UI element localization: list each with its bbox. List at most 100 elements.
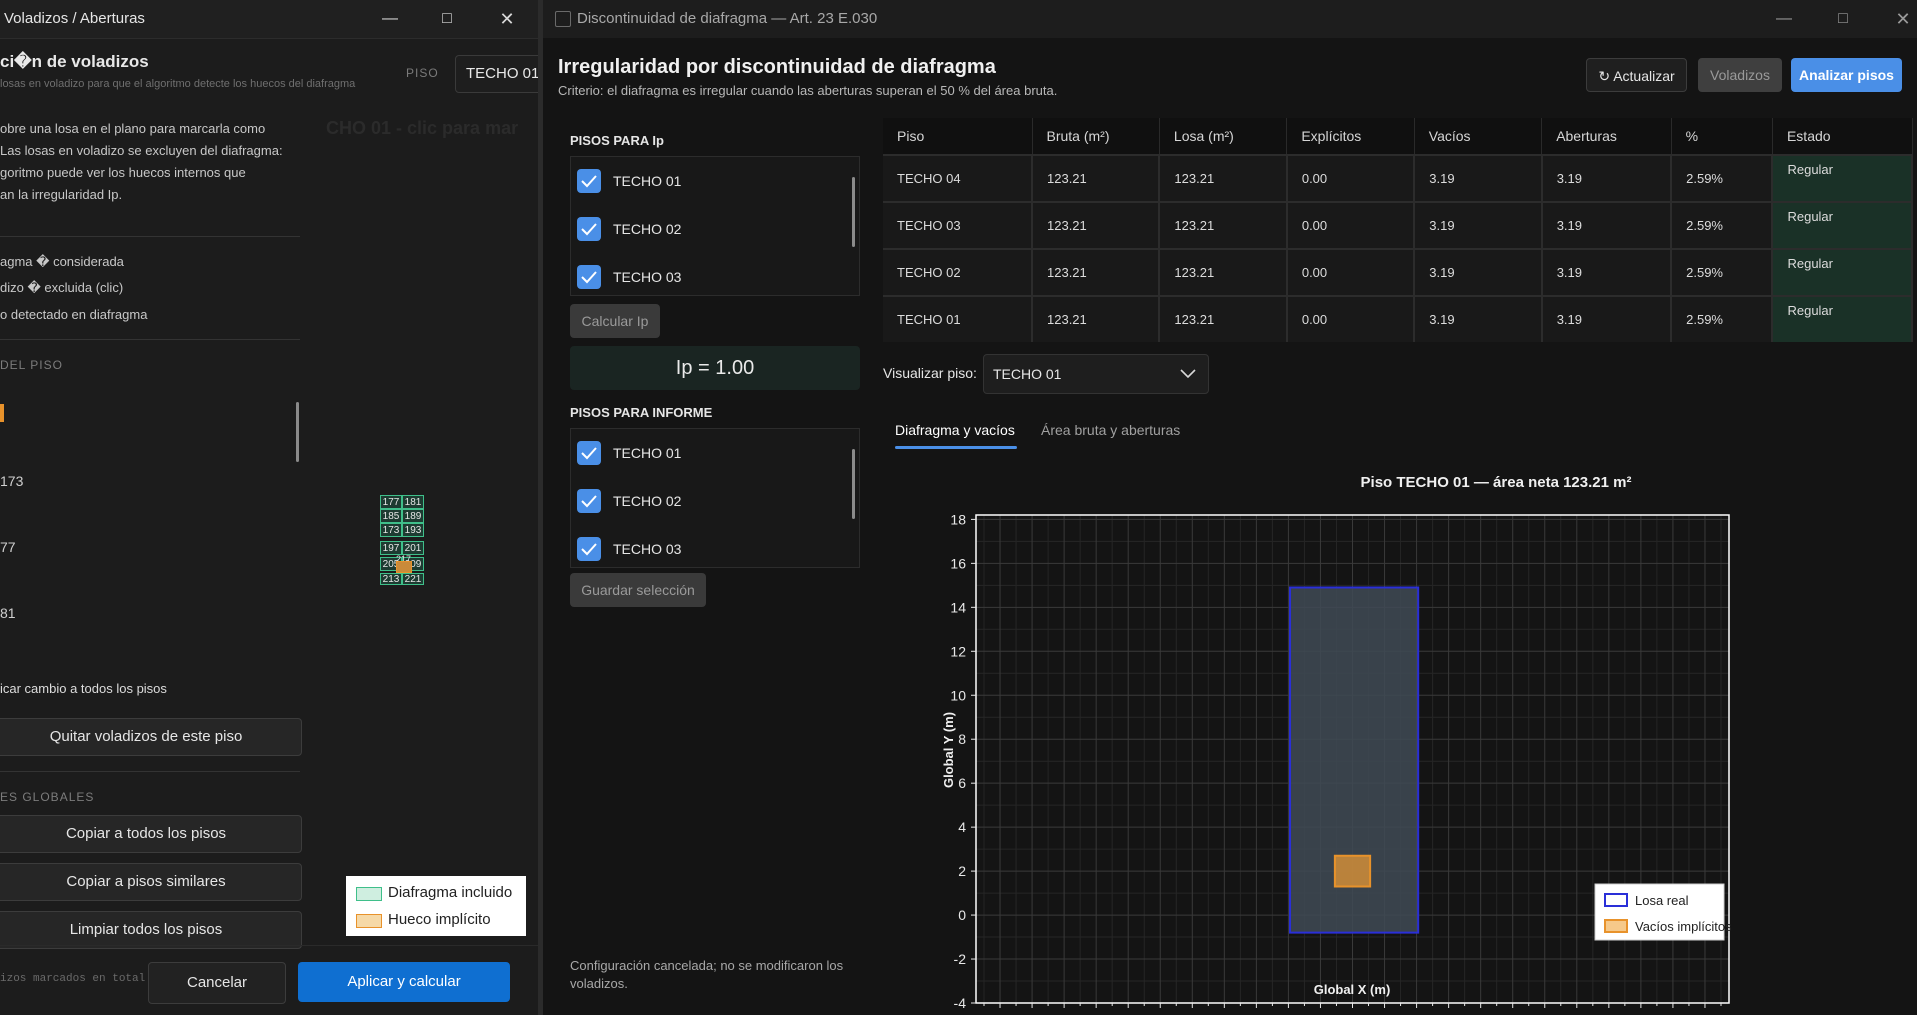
pisos-informe-scrollbar[interactable] [852,449,855,519]
table-header-row: Piso Bruta (m²) Losa (m²) Explícitos Vac… [883,118,1913,155]
table-cell: TECHO 02 [883,248,1033,296]
minimize-icon[interactable]: — [370,0,410,38]
calc-ip-button[interactable]: Calcular Ip [570,304,660,338]
clear-all-button[interactable]: Limpiar todos los pisos [0,911,302,949]
status-badge: Regular [1772,248,1913,296]
table-cell: TECHO 01 [883,295,1033,342]
close-icon[interactable]: ✕ [1883,0,1917,38]
table-cell: 3.19 [1414,295,1543,342]
table-cell: 123.21 [1032,295,1161,342]
plan-cell[interactable]: 197 [380,541,402,555]
pisos-informe-item[interactable]: TECHO 03 [577,537,817,567]
pisos-informe-item[interactable]: TECHO 02 [577,489,817,519]
checkbox-checked-icon[interactable] [577,265,601,289]
floor-item[interactable]: 81 [0,605,16,621]
legend-line-excluded: dizo � excluida (clic) [0,280,124,295]
table-cell: 3.19 [1541,248,1673,296]
save-selection-button[interactable]: Guardar selección [570,573,706,607]
table-cell: TECHO 03 [883,201,1033,249]
table-row[interactable]: TECHO 02 123.21 123.21 0.00 3.19 3.19 2.… [883,248,1913,296]
legend-line-detected: o detectado en diafragma [0,307,148,322]
visualize-select-value: TECHO 01 [993,366,1062,382]
table-cell: 2.59% [1671,201,1774,249]
analyze-button[interactable]: Analizar pisos [1791,58,1902,92]
apply-all-checkbox-label[interactable]: icar cambio a todos los pisos [0,681,167,696]
y-tick-label: 2 [958,863,966,879]
instructions: obre una losa en el plano para marcarla … [0,118,300,206]
plan-cell[interactable]: 181 [402,495,424,509]
right-window-title: Discontinuidad de diafragma — Art. 23 E.… [577,10,878,27]
checkbox-checked-icon[interactable] [577,217,601,241]
maximize-icon[interactable]: □ [427,0,467,38]
diafragma-window: Discontinuidad de diafragma — Art. 23 E.… [543,0,1917,1015]
legend-diafragma: Diafragma incluido [388,884,513,901]
x-axis-label: Global X (m) [1314,982,1391,997]
close-icon[interactable]: ✕ [487,0,527,38]
left-subtitle: losas en voladizo para que el algoritmo … [0,78,356,90]
plan-cell[interactable]: 213 [380,573,402,585]
y-tick-label: 16 [950,555,966,571]
page-title: Irregularidad por discontinuidad de diaf… [558,56,996,78]
plan-cell[interactable]: 201 [402,541,424,555]
copy-similar-button[interactable]: Copiar a pisos similares [0,863,302,901]
footer-divider [0,945,538,946]
plan-hole [396,561,412,573]
floor-item[interactable]: 77 [0,539,16,555]
table-cell: 0.00 [1286,154,1416,202]
piso-select[interactable]: TECHO 01 [455,55,538,93]
table-cell: 3.19 [1541,154,1673,202]
checkbox-checked-icon[interactable] [577,169,601,193]
y-tick-label: -4 [954,995,967,1010]
tab-diafragma[interactable]: Diafragma y vacíos [895,422,1015,438]
pisos-ip-scrollbar[interactable] [852,177,855,247]
maximize-icon[interactable]: □ [1823,0,1863,38]
tab-active-indicator [895,446,1017,449]
refresh-button[interactable]: ↻ Actualizar [1586,58,1687,92]
plan-cell[interactable]: 185 [380,509,402,523]
visualize-select[interactable]: TECHO 01 [983,354,1209,394]
instruction-line: Las losas en voladizo se excluyen del di… [0,143,283,158]
checkbox-checked-icon[interactable] [577,537,601,561]
table-row[interactable]: TECHO 01 123.21 123.21 0.00 3.19 3.19 2.… [883,295,1913,342]
copy-all-button[interactable]: Copiar a todos los pisos [0,815,302,853]
floor-item[interactable]: 173 [0,473,23,489]
floor-plan[interactable]: 177 181 185 189 173 193 197 201 205 209 … [380,495,434,593]
apply-calculate-button[interactable]: Aplicar y calcular [298,962,510,1002]
y-tick-label: 0 [958,907,966,923]
checkbox-checked-icon[interactable] [577,441,601,465]
table-row[interactable]: TECHO 03 123.21 123.21 0.00 3.19 3.19 2.… [883,201,1913,249]
checkbox-checked-icon[interactable] [577,489,601,513]
floor-list-scrollbar[interactable] [296,402,299,462]
voladizos-button[interactable]: Voladizos [1698,58,1782,92]
status-badge: Regular [1772,295,1913,342]
tab-area-bruta[interactable]: Área bruta y aberturas [1041,422,1180,438]
plan-cell[interactable]: 173 [380,523,402,537]
col-header: Bruta (m²) [1032,118,1160,155]
table-row[interactable]: TECHO 04 123.21 123.21 0.00 3.19 3.19 2.… [883,154,1913,202]
pisos-ip-item[interactable]: TECHO 02 [577,217,817,247]
table-cell: 3.19 [1414,248,1543,296]
remove-voladizos-button[interactable]: Quitar voladizos de este piso [0,718,302,756]
table-cell: 0.00 [1286,248,1416,296]
plan-cell[interactable]: 189 [402,509,424,523]
pisos-ip-item[interactable]: TECHO 01 [577,169,817,199]
table-cell: 2.59% [1671,295,1774,342]
y-tick-label: -2 [954,951,967,967]
visualize-label: Visualizar piso: [883,365,977,381]
pisos-informe-item[interactable]: TECHO 01 [577,441,817,471]
legend-vacios: Vacíos implícitos [1635,919,1732,934]
left-panel-title: ci�n de voladizos [0,52,149,71]
plan-cell[interactable]: 221 [402,573,424,585]
chart-legend: Losa real Vacíos implícitos [1594,883,1732,941]
minimize-icon[interactable]: — [1764,0,1804,38]
table-cell: 123.21 [1159,201,1288,249]
y-tick-label: 14 [950,599,966,615]
canvas-title: CHO 01 - clic para mar [326,118,519,138]
plan-legend: Diafragma incluido Hueco implícito [346,876,526,936]
plan-cell[interactable]: 177 [380,495,402,509]
cancel-button[interactable]: Cancelar [148,962,286,1004]
divider [0,771,300,772]
plan-cell[interactable]: 193 [402,523,424,537]
pisos-ip-item[interactable]: TECHO 03 [577,265,817,295]
col-header: Aberturas [1541,118,1672,155]
